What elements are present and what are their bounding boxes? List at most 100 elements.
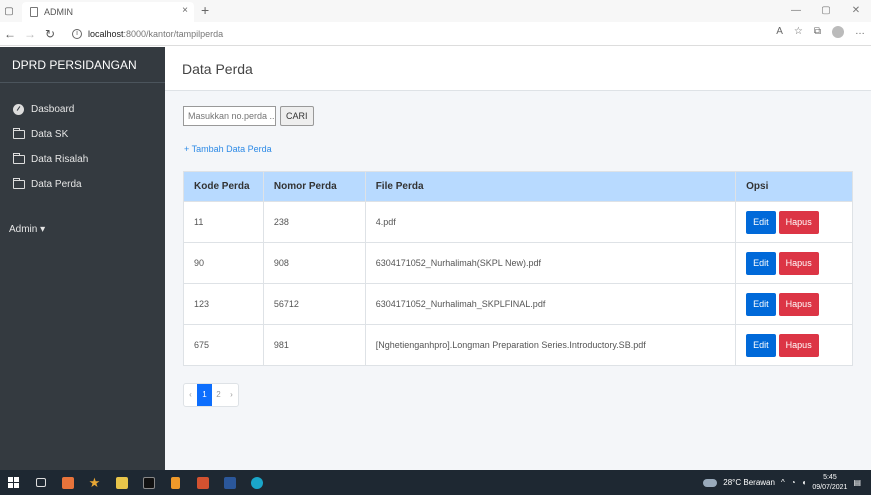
page-title: Data Perda [165,47,871,91]
sublime-icon[interactable] [162,470,189,495]
actions-cell: Edit Hapus [735,242,853,284]
weather-icon [703,478,718,487]
terminal-icon[interactable] [135,470,162,495]
sidebar-nav: Dasboard Data SK Data Risalah Data Perda [0,83,165,197]
clock[interactable]: 5:45 09/07/2021 [812,473,847,493]
tab-title: ADMIN [44,7,73,17]
notification-icon[interactable]: ▤ [853,478,861,487]
file-cell: 6304171052_Nurhalimah(SKPL New).pdf [364,242,737,284]
more-icon[interactable]: … [855,26,865,38]
window-controls: — ▢ ✕ [781,0,871,22]
page-link-2[interactable]: 2 [212,384,225,406]
nomor-cell: 908 [262,242,366,284]
back-icon[interactable]: ← [0,27,20,41]
browser-titlebar: ▢ ADMIN × + — ▢ ✕ [0,0,871,22]
file-explorer-icon[interactable] [108,470,135,495]
browser-tab[interactable]: ADMIN × [22,2,194,22]
edit-button[interactable]: Edit [746,210,776,234]
kode-cell: 123 [183,283,264,325]
close-tab-icon[interactable]: × [182,5,188,16]
taskbar: ★ 28°C Berawan ^ ◔ ◖ 5:45 09/07/2021 ▤ [0,470,871,495]
system-tray: 28°C Berawan ^ ◔ ◖ 5:45 09/07/2021 ▤ [703,470,861,495]
edit-button[interactable]: Edit [746,333,776,357]
maximize-icon[interactable]: ▢ [811,0,841,22]
time-text: 5:45 [823,473,837,481]
column-header: Kode Perda [183,171,264,202]
sidebar-item-data-sk[interactable]: Data SK [0,122,165,147]
favorites-icon[interactable]: ☆ [794,26,803,38]
kode-cell: 11 [183,201,264,243]
kode-cell: 90 [183,242,264,284]
profile-icon[interactable] [832,26,844,38]
pagination-next[interactable]: › [225,384,238,406]
page-icon [30,7,38,17]
dashboard-icon [13,104,24,115]
powerpoint-icon[interactable] [189,470,216,495]
sidebar-item-dasboard[interactable]: Dasboard [0,97,165,122]
table-row: 123 56712 6304171052_Nurhalimah_SKPLFINA… [183,283,853,325]
nomor-cell: 238 [262,201,366,243]
main-content: Data Perda CARI + Tambah Data Perda Kode… [165,47,871,470]
column-header: Opsi [735,171,853,202]
tray-chevron-icon[interactable]: ^ [781,478,785,487]
tab-actions-icon[interactable]: ▢ [0,0,18,22]
file-cell: [Nghetienganhpro].Longman Preparation Se… [364,324,737,366]
table-header-row: Kode Perda Nomor Perda File Perda Opsi [183,171,853,202]
sidebar-item-data-perda[interactable]: Data Perda [0,172,165,197]
date-text: 09/07/2021 [812,483,848,491]
search-input[interactable] [183,106,276,126]
add-perda-link[interactable]: + Tambah Data Perda [184,144,272,154]
app-icon-orange[interactable] [54,470,81,495]
delete-button[interactable]: Hapus [778,292,819,316]
kode-cell: 675 [183,324,264,366]
network-icon[interactable]: ◔ [791,478,796,487]
edit-button[interactable]: Edit [746,251,776,275]
app-icon-star[interactable]: ★ [81,470,108,495]
nomor-cell: 56712 [262,283,366,325]
address-bar: ← → ↻ i localhost :8000/kantor/tampilper… [0,22,871,46]
perda-table: Kode Perda Nomor Perda File Perda Opsi 1… [183,171,853,366]
close-window-icon[interactable]: ✕ [841,0,871,22]
weather-text[interactable]: 28°C Berawan [723,478,775,487]
folder-icon [13,128,25,139]
refresh-icon[interactable]: ↻ [40,27,60,41]
table-row: 90 908 6304171052_Nurhalimah(SKPL New).p… [183,242,853,284]
url-path: :8000/kantor/tampilperda [123,29,224,39]
new-tab-icon[interactable]: + [201,2,209,18]
forward-icon[interactable]: → [20,27,40,41]
actions-cell: Edit Hapus [735,324,853,366]
browser-toolbar-right: A ☆ ⧉ … [776,26,865,38]
search-button[interactable]: CARI [280,106,314,126]
url-field[interactable]: i localhost :8000/kantor/tampilperda [72,26,223,42]
sidebar-item-label: Data Risalah [31,154,89,165]
sidebar-item-label: Data SK [31,129,69,140]
page-link-1[interactable]: 1 [197,384,212,406]
admin-dropdown[interactable]: Admin ▾ [9,224,45,235]
task-view-icon[interactable] [27,470,54,495]
sidebar-brand[interactable]: DPRD PERSIDANGAN [0,47,165,83]
windows-start-icon[interactable] [0,470,27,495]
collections-icon[interactable]: ⧉ [814,26,821,38]
url-host: localhost [88,29,124,39]
read-aloud-icon[interactable]: A [776,26,783,38]
edge-icon[interactable] [243,470,270,495]
minimize-icon[interactable]: — [781,0,811,22]
volume-icon[interactable]: ◖ [802,478,807,487]
column-header: Nomor Perda [262,171,366,202]
info-icon[interactable]: i [72,29,82,39]
file-cell: 6304171052_Nurhalimah_SKPLFINAL.pdf [364,283,737,325]
delete-button[interactable]: Hapus [778,251,819,275]
file-cell: 4.pdf [364,201,737,243]
folder-icon [13,153,25,164]
sidebar-item-label: Dasboard [31,104,75,115]
word-icon[interactable] [216,470,243,495]
table-row: 675 981 [Nghetienganhpro].Longman Prepar… [183,324,853,366]
sidebar: DPRD PERSIDANGAN Dasboard Data SK Data R… [0,47,165,470]
sidebar-item-data-risalah[interactable]: Data Risalah [0,147,165,172]
search-form: CARI [183,106,314,126]
pagination-prev[interactable]: ‹ [184,384,197,406]
delete-button[interactable]: Hapus [778,210,819,234]
table-row: 11 238 4.pdf Edit Hapus [183,201,853,243]
delete-button[interactable]: Hapus [778,333,819,357]
edit-button[interactable]: Edit [746,292,776,316]
